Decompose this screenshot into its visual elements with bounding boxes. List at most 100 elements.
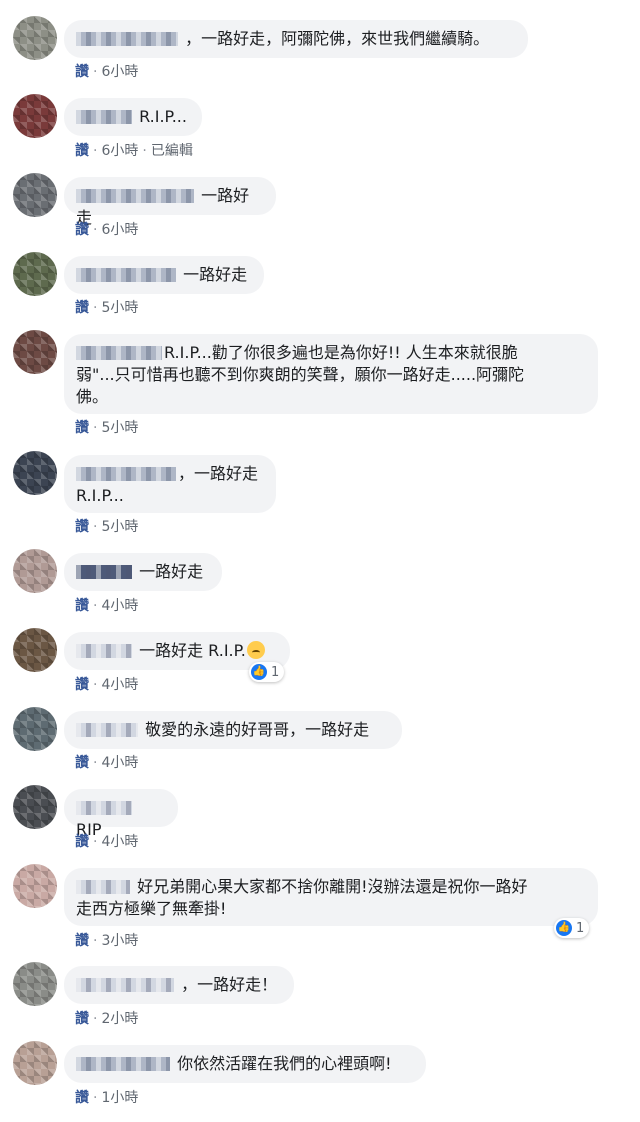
comment-text: ，一路好走 xyxy=(178,464,259,483)
comment-bubble: 一路好走 xyxy=(64,256,264,294)
comment-text: ，一路好走，阿彌陀佛，來世我們繼續騎。 xyxy=(185,29,490,48)
comment-line: R.I.P... xyxy=(76,486,124,505)
avatar[interactable] xyxy=(13,549,57,593)
like-link[interactable]: 讚 xyxy=(75,222,89,238)
comment-text: 一路好走 R.I.P. xyxy=(139,641,246,660)
comment-bubble: 你依然活躍在我們的心裡頭啊! xyxy=(64,1045,426,1083)
commenter-name[interactable] xyxy=(76,467,176,481)
comment-meta: 讚 · 4小時 xyxy=(75,755,139,771)
comment-meta: 讚 · 4小時 xyxy=(75,834,139,850)
edited-label: 已編輯 xyxy=(150,143,193,159)
comment-bubble: RIP xyxy=(64,789,178,839)
timestamp[interactable]: 4小時 xyxy=(101,834,138,850)
comment-meta: 讚 · 5小時 xyxy=(75,420,139,436)
comment-line: 佛。 xyxy=(76,387,109,406)
commenter-name[interactable] xyxy=(76,1057,170,1071)
disappointed-face-icon xyxy=(246,641,265,659)
like-link[interactable]: 讚 xyxy=(75,143,89,159)
commenter-name[interactable] xyxy=(76,723,138,737)
comment-bubble: R.I.P... xyxy=(64,98,202,136)
timestamp[interactable]: 1小時 xyxy=(101,1090,138,1106)
timestamp[interactable]: 4小時 xyxy=(101,755,138,771)
commenter-name[interactable] xyxy=(76,110,132,124)
avatar[interactable] xyxy=(13,16,57,60)
reaction-count: 1 xyxy=(271,664,280,680)
like-link[interactable]: 讚 xyxy=(75,834,89,850)
commenter-name[interactable] xyxy=(76,644,132,658)
commenter-name[interactable] xyxy=(76,268,176,282)
commenter-name[interactable] xyxy=(76,32,178,46)
like-link[interactable]: 讚 xyxy=(75,1011,89,1027)
avatar[interactable] xyxy=(13,962,57,1006)
comment-line: R.I.P...勸了你很多遍也是為你好!! 人生本來就很脆 xyxy=(76,342,584,364)
avatar[interactable] xyxy=(13,707,57,751)
comment-text: 一路好走 xyxy=(139,562,204,581)
timestamp[interactable]: 4小時 xyxy=(101,677,138,693)
comment-meta: 讚 · 6小時 xyxy=(75,64,139,80)
like-link[interactable]: 讚 xyxy=(75,519,89,535)
commenter-name[interactable] xyxy=(76,801,132,815)
comment-line: 好兄弟開心果大家都不捨你離開!沒辦法還是祝你一路好 xyxy=(76,876,584,898)
comment-meta: 讚 · 3小時 xyxy=(75,933,139,949)
comment-bubble: ，一路好走 R.I.P... xyxy=(64,455,276,513)
comment-bubble: 一路好走 xyxy=(64,553,222,591)
like-link[interactable]: 讚 xyxy=(75,300,89,316)
avatar[interactable] xyxy=(13,785,57,829)
reaction-badge[interactable]: 👍 1 xyxy=(249,662,285,682)
comment-meta: 讚 · 5小時 xyxy=(75,300,139,316)
comment-bubble: ，一路好走，阿彌陀佛，來世我們繼續騎。 xyxy=(64,20,528,58)
timestamp[interactable]: 3小時 xyxy=(101,933,138,949)
timestamp[interactable]: 2小時 xyxy=(101,1011,138,1027)
timestamp[interactable]: 6小時 xyxy=(101,222,138,238)
reaction-badge[interactable]: 👍 1 xyxy=(554,918,590,938)
comment-text: 敬愛的永遠的好哥哥，一路好走 xyxy=(145,720,370,739)
commenter-name[interactable] xyxy=(76,189,194,203)
comment-meta: 讚 · 4小時 xyxy=(75,598,139,614)
commenter-name[interactable] xyxy=(76,346,162,360)
comment-meta: 讚 · 5小時 xyxy=(75,519,139,535)
comment-line: 弱"...只可惜再也聽不到你爽朗的笑聲，願你一路好走.....阿彌陀 xyxy=(76,365,525,384)
comment-meta: 讚 · 6小時 xyxy=(75,222,139,238)
avatar[interactable] xyxy=(13,628,57,672)
timestamp[interactable]: 6小時 xyxy=(101,143,138,159)
avatar[interactable] xyxy=(13,1041,57,1085)
comment-bubble: 敬愛的永遠的好哥哥，一路好走 xyxy=(64,711,402,749)
timestamp[interactable]: 6小時 xyxy=(101,64,138,80)
comment-meta: 讚 · 1小時 xyxy=(75,1090,139,1106)
like-link[interactable]: 讚 xyxy=(75,677,89,693)
commenter-name[interactable] xyxy=(76,565,132,579)
avatar[interactable] xyxy=(13,864,57,908)
comment-bubble: 好兄弟開心果大家都不捨你離開!沒辦法還是祝你一路好 走西方極樂了無牽掛! xyxy=(64,868,598,926)
like-link[interactable]: 讚 xyxy=(75,1090,89,1106)
avatar[interactable] xyxy=(13,94,57,138)
timestamp[interactable]: 5小時 xyxy=(101,519,138,535)
comment-meta: 讚 · 2小時 xyxy=(75,1011,139,1027)
comment-meta: 讚 · 4小時 xyxy=(75,677,139,693)
comment-text: 一路好走 xyxy=(183,265,248,284)
comment-text: R.I.P...勸了你很多遍也是為你好!! 人生本來就很脆 xyxy=(164,343,518,362)
avatar[interactable] xyxy=(13,173,57,217)
thumbs-up-icon: 👍 xyxy=(556,920,572,936)
commenter-name[interactable] xyxy=(76,978,174,992)
comment-bubble: ，一路好走！ xyxy=(64,966,294,1004)
timestamp[interactable]: 4小時 xyxy=(101,598,138,614)
commenter-name[interactable] xyxy=(76,880,130,894)
timestamp[interactable]: 5小時 xyxy=(101,300,138,316)
like-link[interactable]: 讚 xyxy=(75,755,89,771)
like-link[interactable]: 讚 xyxy=(75,933,89,949)
avatar[interactable] xyxy=(13,330,57,374)
comment-text: 好兄弟開心果大家都不捨你離開!沒辦法還是祝你一路好 xyxy=(137,877,528,896)
timestamp[interactable]: 5小時 xyxy=(101,420,138,436)
comment-text: 你依然活躍在我們的心裡頭啊! xyxy=(177,1054,392,1073)
avatar[interactable] xyxy=(13,252,57,296)
comment-bubble: R.I.P...勸了你很多遍也是為你好!! 人生本來就很脆 弱"...只可惜再也… xyxy=(64,334,598,414)
comment-line: 走西方極樂了無牽掛! xyxy=(76,899,227,918)
like-link[interactable]: 讚 xyxy=(75,64,89,80)
comment-text: ，一路好走！ xyxy=(181,975,278,994)
comment-meta: 讚 · 6小時 · 已編輯 xyxy=(75,143,193,159)
like-link[interactable]: 讚 xyxy=(75,420,89,436)
comment-line: ，一路好走 xyxy=(76,463,262,485)
avatar[interactable] xyxy=(13,451,57,495)
like-link[interactable]: 讚 xyxy=(75,598,89,614)
comment-text: R.I.P... xyxy=(139,107,187,126)
